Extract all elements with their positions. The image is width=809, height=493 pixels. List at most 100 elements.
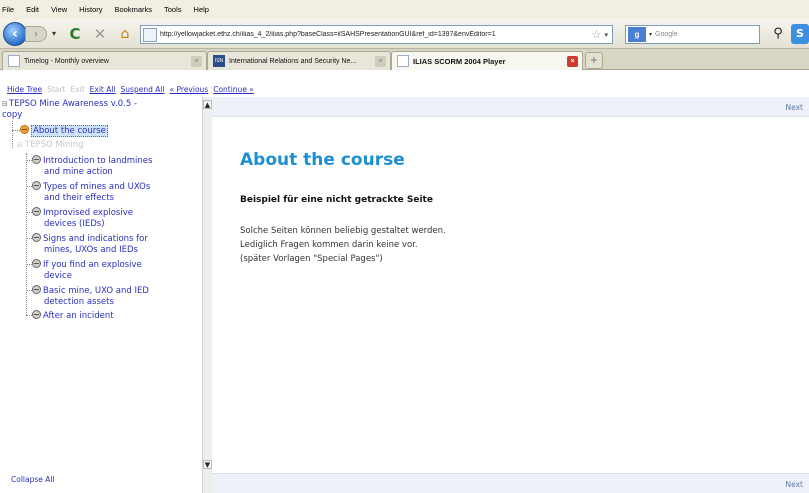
body-line: (später Vorlagen "Special Pages") — [240, 254, 383, 264]
tree-item-label-cont[interactable]: and mine action — [32, 167, 200, 178]
search-icon[interactable]: ⚲ — [769, 25, 787, 43]
stop-icon[interactable]: ✕ — [91, 25, 109, 43]
sco-icon — [20, 125, 29, 134]
google-engine-icon[interactable]: g — [628, 27, 646, 42]
navigation-toolbar: ‹ › ▾ C ✕ ⌂ http://yellowjacket.ethz.ch/… — [0, 19, 809, 49]
page-icon — [397, 55, 409, 67]
isn-favicon-icon: ISN — [213, 55, 225, 67]
sco-icon — [32, 155, 41, 164]
tab-title: International Relations and Security Ne.… — [229, 57, 357, 65]
bookmark-star-icon[interactable]: ☆ — [592, 28, 602, 41]
collapse-all-link[interactable]: Collapse All — [11, 475, 55, 484]
menu-bar: File Edit View History Bookmarks Tools H… — [0, 0, 809, 19]
next-link-top[interactable]: Next — [786, 103, 803, 112]
tree-item-label-cont[interactable]: mines, UXOs and IEDs — [32, 245, 200, 256]
menu-bookmarks[interactable]: Bookmarks — [115, 5, 153, 14]
tab-title: Timelog - Monthly overview — [24, 57, 109, 65]
exit-all-link[interactable]: Exit All — [90, 85, 116, 94]
root-title-line1[interactable]: TEPSO Mine Awareness v.0.5 - — [9, 99, 137, 109]
close-tab-icon[interactable]: × — [375, 56, 386, 67]
tree-scrollbar[interactable]: ▲ ▼ — [202, 97, 212, 493]
back-button[interactable]: ‹ — [3, 22, 27, 46]
new-tab-button[interactable]: + — [585, 52, 603, 69]
tree-item-label[interactable]: Types of mines and UXOs — [43, 182, 150, 192]
collapse-toggle-icon[interactable]: ⊟ — [2, 100, 8, 108]
tree-item-label[interactable]: Signs and indications for — [43, 234, 148, 244]
sco-icon — [32, 259, 41, 268]
tree-item-label-cont[interactable]: devices (IEDs) — [32, 219, 200, 230]
address-text[interactable]: http://yellowjacket.ethz.ch/ilias_4_2/il… — [160, 31, 589, 38]
body-line: Solche Seiten können beliebig gestaltet … — [240, 226, 446, 236]
tab-ilias-scorm-player[interactable]: ILIAS SCORM 2004 Player × — [391, 51, 583, 70]
tree-item-ieds[interactable]: Improvised explosive devices (IEDs) — [32, 207, 200, 230]
home-icon[interactable]: ⌂ — [116, 25, 134, 43]
close-tab-icon[interactable]: × — [567, 56, 578, 67]
tree-item-label: TEPSO Mining — [24, 140, 84, 150]
tree-connector — [12, 121, 13, 148]
sco-icon — [32, 285, 41, 294]
tree-item-label-cont[interactable]: device — [32, 271, 200, 282]
previous-link[interactable]: « Previous — [170, 85, 209, 94]
address-dropdown-icon[interactable]: ▾ — [604, 31, 608, 39]
tree-item-label[interactable]: Basic mine, UXO and IED — [43, 286, 149, 296]
search-bar[interactable]: g ▾ Google — [625, 25, 760, 44]
tree-item-after-an-incident[interactable]: After an incident — [32, 310, 200, 322]
close-tab-icon[interactable]: × — [191, 56, 202, 67]
menu-help[interactable]: Help — [194, 5, 209, 14]
tree-item-label[interactable]: Improvised explosive — [43, 208, 133, 218]
menu-view[interactable]: View — [51, 5, 67, 14]
menu-tools[interactable]: Tools — [164, 5, 182, 14]
tree-item-signs-and-indications[interactable]: Signs and indications for mines, UXOs an… — [32, 233, 200, 256]
tree-item-if-you-find[interactable]: If you find an explosive device — [32, 259, 200, 282]
page-body: Solche Seiten können beliebig gestaltet … — [240, 224, 446, 266]
tree-item-label[interactable]: Introduction to landmines — [43, 156, 152, 166]
search-engine-dropdown-icon[interactable]: ▾ — [649, 31, 652, 38]
next-link-bottom[interactable]: Next — [786, 480, 803, 489]
sco-icon — [32, 310, 41, 319]
tab-isn[interactable]: ISN International Relations and Security… — [207, 51, 391, 70]
continue-link[interactable]: Continue » — [213, 85, 254, 94]
tree-item-introduction[interactable]: Introduction to landmines and mine actio… — [32, 155, 200, 178]
exit-link: Exit — [70, 84, 85, 94]
tree-item-tepso-mining[interactable]: ⊟ TEPSO Mining — [17, 140, 84, 151]
collapse-toggle-icon[interactable]: ⊟ — [17, 141, 23, 149]
tree-item-about-the-course[interactable]: About the course — [20, 125, 108, 137]
skype-icon[interactable]: S — [791, 24, 809, 44]
tab-timelog[interactable]: Timelog - Monthly overview × — [2, 51, 207, 70]
tree-item-label[interactable]: After an incident — [43, 311, 114, 321]
site-favicon-icon — [143, 27, 157, 42]
address-bar[interactable]: http://yellowjacket.ethz.ch/ilias_4_2/il… — [140, 25, 613, 44]
scroll-down-icon[interactable]: ▼ — [203, 460, 212, 469]
content-frame: Next About the course Beispiel für eine … — [212, 97, 809, 493]
tab-title: ILIAS SCORM 2004 Player — [413, 56, 506, 66]
suspend-all-link[interactable]: Suspend All — [121, 85, 165, 94]
reload-icon[interactable]: C — [66, 25, 84, 43]
page-title: About the course — [240, 150, 405, 170]
root-title-line2[interactable]: copy — [2, 110, 22, 120]
tree-root-node[interactable]: ⊟TEPSO Mine Awareness v.0.5 - copy — [2, 99, 192, 121]
sco-icon — [32, 233, 41, 242]
scroll-up-icon[interactable]: ▲ — [203, 100, 212, 109]
player-commands: Hide Tree Start Exit Exit All Suspend Al… — [0, 82, 259, 96]
menu-file[interactable]: File — [2, 5, 14, 14]
forward-button[interactable]: › — [25, 26, 47, 42]
tree-item-detection-assets[interactable]: Basic mine, UXO and IED detection assets — [32, 285, 200, 308]
search-placeholder[interactable]: Google — [655, 31, 678, 38]
body-line: Lediglich Fragen kommen darin keine vor. — [240, 240, 418, 250]
tree-item-types-of-mines[interactable]: Types of mines and UXOs and their effect… — [32, 181, 200, 204]
page-icon — [8, 55, 20, 67]
history-dropdown-icon[interactable]: ▾ — [52, 29, 56, 38]
tree-item-label[interactable]: About the course — [31, 125, 108, 137]
tree-item-label[interactable]: If you find an explosive — [43, 260, 142, 270]
hide-tree-link[interactable]: Hide Tree — [7, 85, 42, 94]
top-navigation-bar: Next — [212, 97, 809, 117]
page-subtitle: Beispiel für eine nicht getrackte Seite — [240, 195, 433, 205]
menu-history[interactable]: History — [79, 5, 102, 14]
tree-connector — [12, 130, 20, 131]
bottom-navigation-bar: Next — [212, 473, 809, 493]
sco-icon — [32, 207, 41, 216]
menu-edit[interactable]: Edit — [26, 5, 39, 14]
tree-item-label-cont[interactable]: and their effects — [32, 193, 200, 204]
tree-item-label-cont[interactable]: detection assets — [32, 297, 200, 308]
course-tree: ⊟TEPSO Mine Awareness v.0.5 - copy About… — [0, 97, 202, 493]
